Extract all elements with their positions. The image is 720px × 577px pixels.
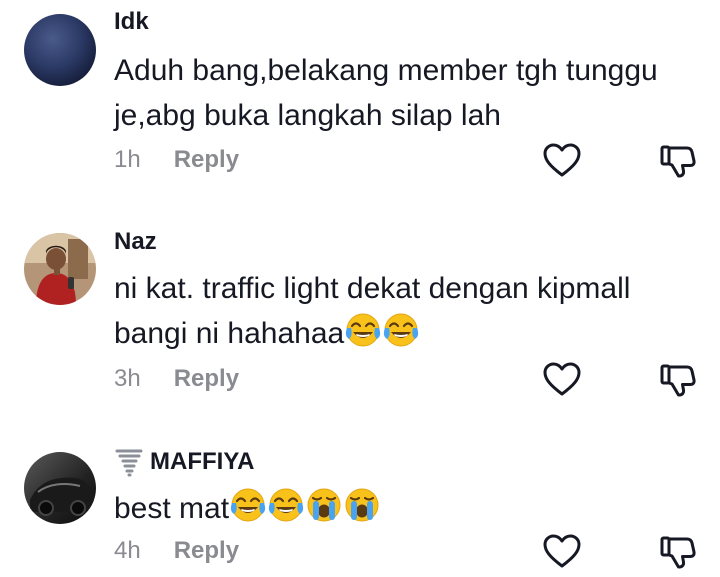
username-label[interactable]: MAFFIYA xyxy=(150,448,254,476)
dislike-button[interactable] xyxy=(658,532,698,572)
comment-meta: 4h Reply xyxy=(114,537,239,565)
tears-of-joy-emoji xyxy=(267,486,305,524)
tornado-icon xyxy=(114,447,144,477)
reply-button[interactable]: Reply xyxy=(174,537,239,565)
comment-username[interactable]: MAFFIYA xyxy=(114,447,254,477)
avatar[interactable] xyxy=(24,452,96,524)
thumbs-down-outline-icon xyxy=(660,536,696,569)
comment-time: 4h xyxy=(114,537,141,564)
comment-item: MAFFIYA best mat 4h Reply xyxy=(0,0,720,577)
like-button[interactable] xyxy=(542,532,582,572)
loudly-crying-emoji xyxy=(343,486,381,524)
comment-text: best mat xyxy=(114,486,704,531)
loudly-crying-emoji xyxy=(305,486,343,524)
heart-outline-icon xyxy=(543,534,581,568)
tears-of-joy-emoji xyxy=(229,486,267,524)
avatar-image xyxy=(24,452,96,524)
